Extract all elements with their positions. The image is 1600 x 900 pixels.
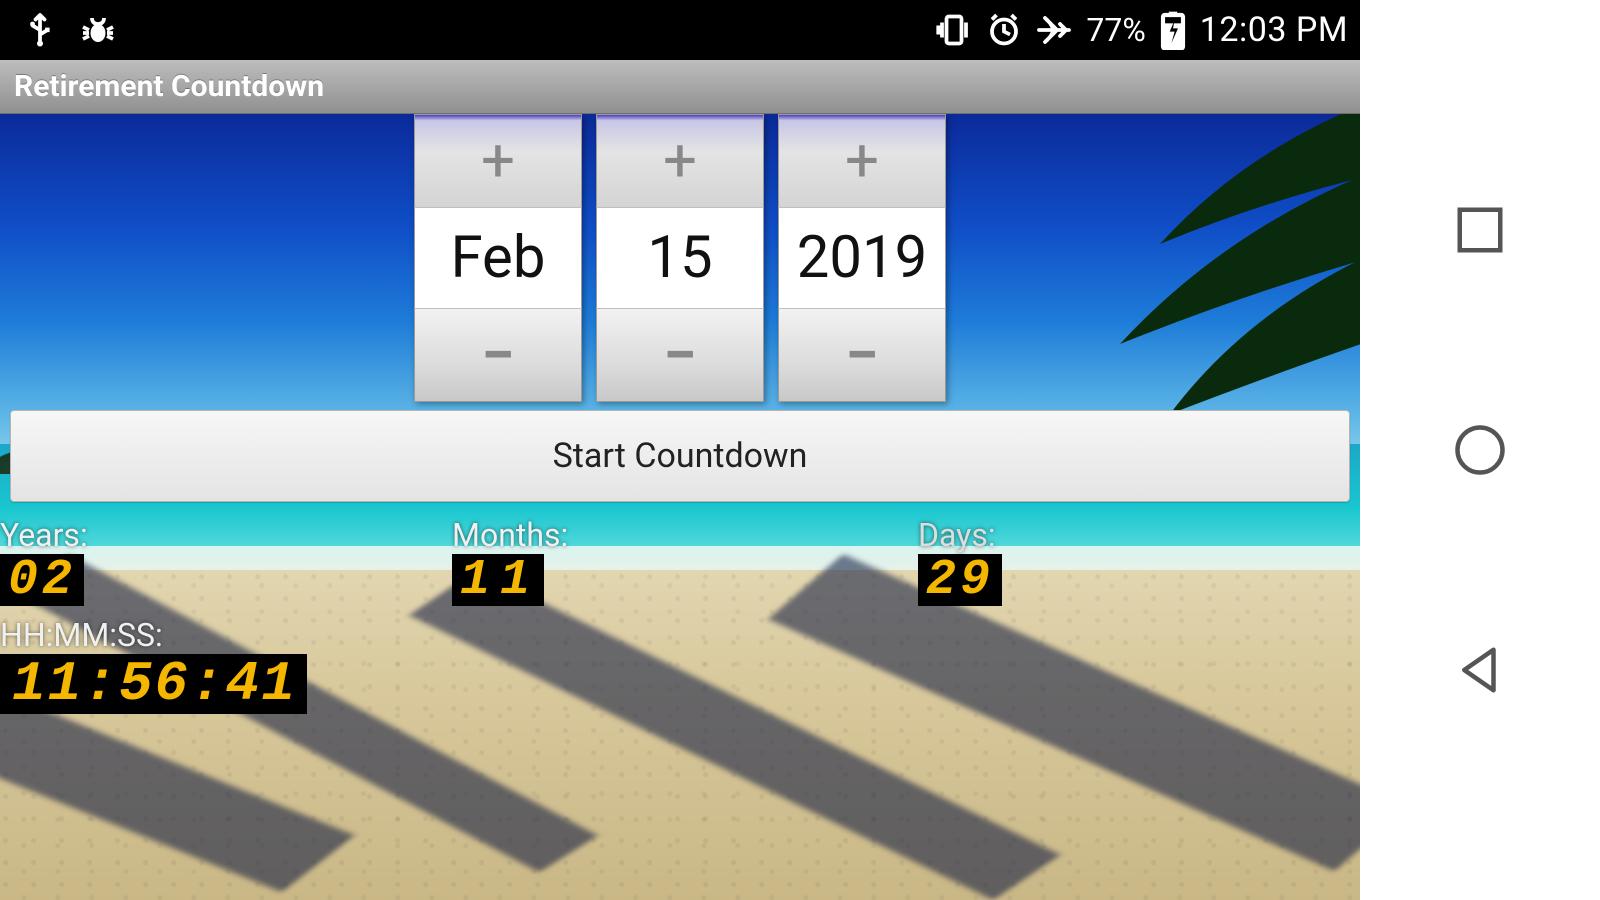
debug-icon (80, 12, 116, 48)
year-value[interactable]: 2019 (778, 208, 946, 308)
days-label: Days: (918, 516, 996, 554)
vibrate-icon (936, 12, 972, 48)
year-picker: + 2019 − (778, 114, 946, 402)
status-left (22, 12, 116, 48)
month-decrement-button[interactable]: − (414, 308, 582, 402)
date-picker: + Feb − + 15 − + 2019 − (414, 114, 946, 402)
status-time: 12:03 PM (1200, 10, 1348, 50)
battery-charging-icon (1160, 10, 1186, 50)
usb-icon (22, 12, 58, 48)
day-picker: + 15 − (596, 114, 764, 402)
status-bar: 77% 12:03 PM (0, 0, 1360, 60)
month-value[interactable]: Feb (414, 208, 582, 308)
day-value[interactable]: 15 (596, 208, 764, 308)
months-value: 11 (452, 554, 544, 606)
start-countdown-button[interactable]: Start Countdown (10, 410, 1350, 502)
battery-percent: 77% (1086, 11, 1145, 49)
day-decrement-button[interactable]: − (596, 308, 764, 402)
recent-apps-button[interactable] (1453, 203, 1507, 257)
year-increment-button[interactable]: + (778, 114, 946, 208)
back-button[interactable] (1453, 643, 1507, 697)
palm-leaf-decor (900, 114, 1360, 414)
app-title: Retirement Countdown (14, 69, 324, 104)
year-decrement-button[interactable]: − (778, 308, 946, 402)
device-screen: 77% 12:03 PM Retirement Countdown (0, 0, 1360, 900)
hms-value: 11:56:41 (0, 654, 307, 714)
system-nav-bar (1360, 0, 1600, 900)
years-label: Years: (0, 516, 88, 554)
airplane-icon (1036, 12, 1072, 48)
day-increment-button[interactable]: + (596, 114, 764, 208)
start-button-label: Start Countdown (553, 436, 808, 476)
alarm-icon (986, 12, 1022, 48)
days-value: 29 (918, 554, 1002, 606)
hms-label: HH:MM:SS: (0, 616, 163, 654)
month-picker: + Feb − (414, 114, 582, 402)
content-area: + Feb − + 15 − + 2019 − Start Countdown … (0, 114, 1360, 900)
months-label: Months: (452, 516, 568, 554)
home-button[interactable] (1453, 423, 1507, 477)
years-value: 02 (0, 554, 84, 606)
app-bar: Retirement Countdown (0, 60, 1360, 114)
status-right: 77% 12:03 PM (936, 10, 1348, 50)
month-increment-button[interactable]: + (414, 114, 582, 208)
